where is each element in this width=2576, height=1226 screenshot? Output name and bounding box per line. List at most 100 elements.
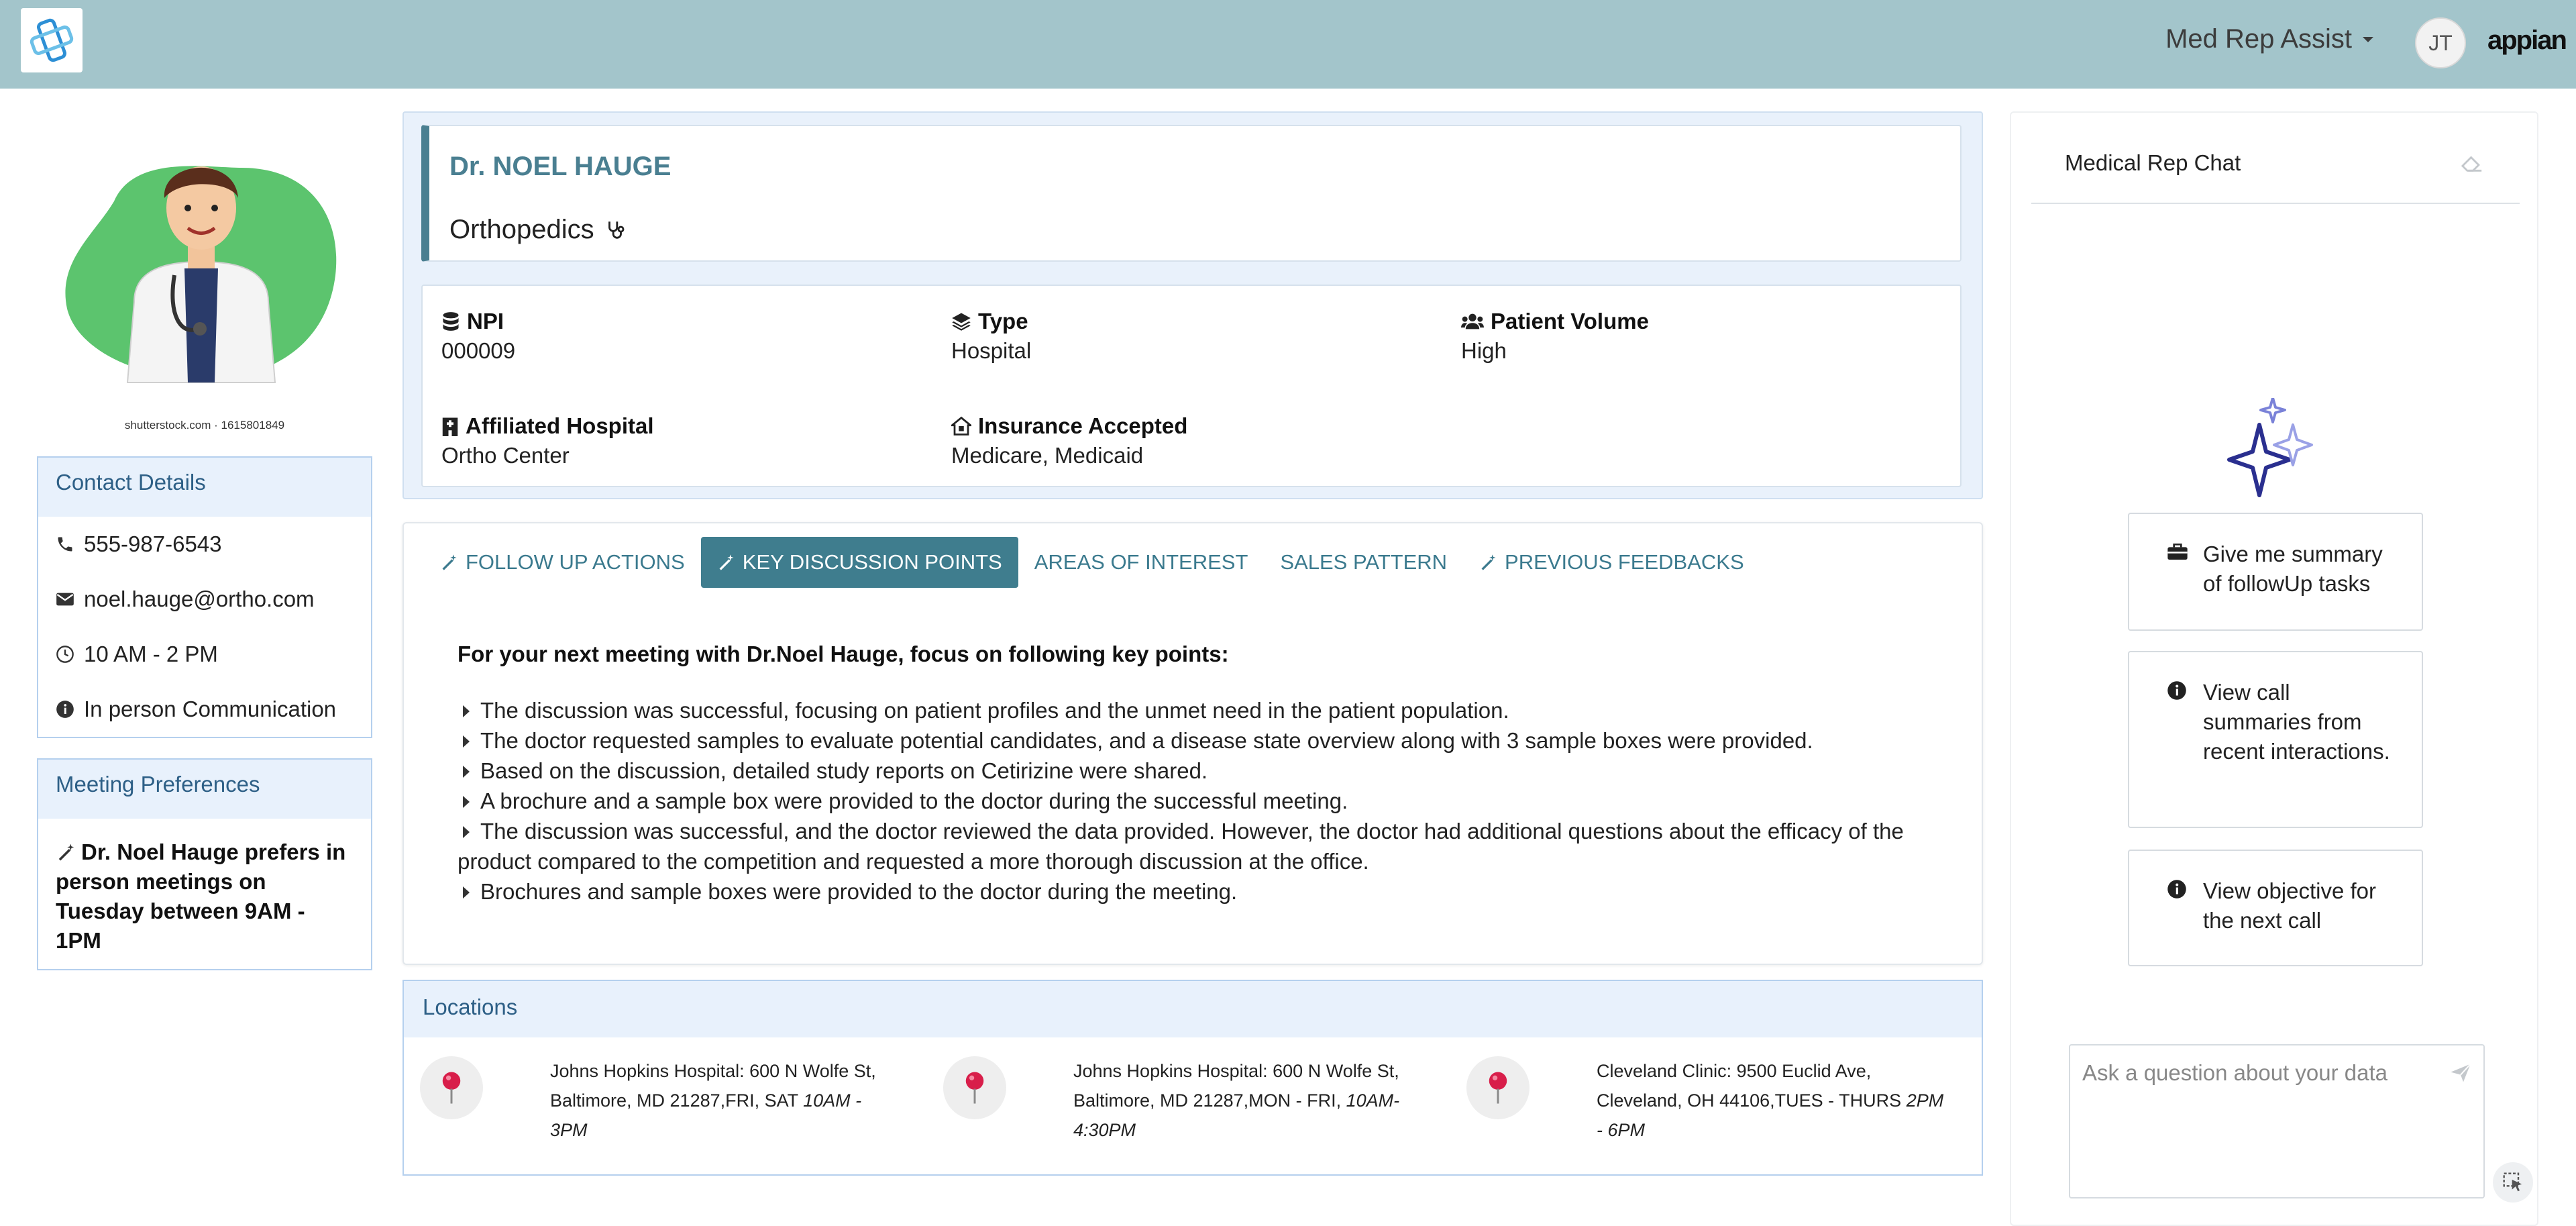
locations-title: Locations bbox=[404, 981, 1982, 1037]
specialty: Orthopedics bbox=[449, 215, 627, 245]
stethoscope-icon bbox=[608, 221, 625, 239]
meeting-preference-text: Dr. Noel Hauge prefers in person meeting… bbox=[56, 839, 346, 953]
tab-key-discussion-points[interactable]: KEY DISCUSSION POINTS bbox=[700, 537, 1018, 588]
meeting-preferences-body: Dr. Noel Hauge prefers in person meeting… bbox=[38, 819, 371, 974]
chat-title: Medical Rep Chat bbox=[2065, 150, 2241, 175]
magic-wand-icon bbox=[719, 554, 734, 570]
hospital-icon bbox=[442, 417, 458, 436]
type-field: Type Hospital bbox=[951, 309, 1421, 364]
magic-wand-icon bbox=[58, 844, 74, 861]
insurance-field: Insurance Accepted Medicare, Medicaid bbox=[951, 413, 1421, 468]
location-text: Johns Hopkins Hospital: 600 N Wolfe St, … bbox=[1073, 1061, 1400, 1140]
affiliated-hospital-value: Ortho Center bbox=[441, 443, 570, 468]
patient-volume-field: Patient Volume High bbox=[1461, 309, 1931, 364]
npi-label: NPI bbox=[467, 309, 504, 334]
location-item[interactable]: Johns Hopkins Hospital: 600 N Wolfe St, … bbox=[943, 1056, 1422, 1145]
list-item: The discussion was successful, focusing … bbox=[458, 695, 1967, 725]
info-icon bbox=[2167, 880, 2186, 899]
affiliated-hospital-field: Affiliated Hospital Ortho Center bbox=[441, 413, 911, 468]
patient-volume-value: High bbox=[1461, 338, 1507, 363]
contact-email-row: noel.hauge@ortho.com bbox=[38, 572, 371, 627]
envelope-icon bbox=[56, 593, 74, 606]
specialty-label: Orthopedics bbox=[449, 215, 594, 244]
insurance-label: Insurance Accepted bbox=[978, 413, 1188, 438]
caret-right-icon bbox=[463, 886, 470, 899]
user-avatar[interactable]: JT bbox=[2415, 17, 2466, 68]
caret-right-icon bbox=[463, 766, 470, 778]
key-points-list: The discussion was successful, focusing … bbox=[458, 695, 1967, 907]
tabs-panel: FOLLOW UP ACTIONS KEY DISCUSSION POINTS … bbox=[402, 522, 1983, 965]
contact-hours-row: 10 AM - 2 PM bbox=[38, 627, 371, 682]
contact-hours: 10 AM - 2 PM bbox=[84, 642, 218, 666]
suggestion-next-call-objective[interactable]: View objective for the next call bbox=[2128, 850, 2423, 966]
layers-icon bbox=[952, 313, 971, 331]
type-label: Type bbox=[978, 309, 1028, 334]
meeting-preferences-card: Meeting Preferences Dr. Noel Hauge prefe… bbox=[37, 758, 372, 970]
medical-rep-chat-panel: Medical Rep Chat Give me summary of foll… bbox=[2010, 111, 2538, 1226]
caret-right-icon bbox=[463, 826, 470, 839]
appian-logo: appian bbox=[2487, 25, 2567, 55]
list-item: Based on the discussion, detailed study … bbox=[458, 756, 1967, 786]
divider bbox=[2031, 203, 2520, 204]
tab-label: SALES PATTERN bbox=[1280, 550, 1448, 574]
suggestion-followup-summary[interactable]: Give me summary of followUp tasks bbox=[2128, 513, 2423, 631]
users-icon bbox=[1461, 313, 1484, 329]
patient-volume-label: Patient Volume bbox=[1491, 309, 1649, 334]
phone-number[interactable]: 555-987-6543 bbox=[84, 531, 222, 557]
location-text: Johns Hopkins Hospital: 600 N Wolfe St, … bbox=[550, 1061, 876, 1140]
magic-wand-icon bbox=[1481, 554, 1496, 570]
doctor-illustration bbox=[54, 127, 349, 396]
app-logo-icon[interactable] bbox=[21, 8, 83, 72]
contact-phone-row: 555-987-6543 bbox=[38, 517, 371, 572]
list-item: A brochure and a sample box were provide… bbox=[458, 786, 1967, 816]
email-address[interactable]: noel.hauge@ortho.com bbox=[84, 586, 315, 612]
map-pin-icon bbox=[943, 1056, 1006, 1119]
phone-icon bbox=[58, 537, 72, 552]
npi-value: 000009 bbox=[441, 338, 516, 363]
top-bar: Med Rep Assist JT appian bbox=[0, 0, 2576, 89]
app-name: Med Rep Assist bbox=[2165, 24, 2352, 54]
caret-right-icon bbox=[463, 735, 470, 748]
doctor-info-card: NPI 000009 Type Hospital Patient Volume … bbox=[421, 285, 1962, 487]
clock-icon bbox=[56, 646, 74, 663]
tab-label: AREAS OF INTEREST bbox=[1034, 550, 1248, 574]
contact-mode-row: In person Communication bbox=[38, 682, 371, 737]
info-icon bbox=[56, 701, 74, 718]
location-text: Cleveland Clinic: 9500 Euclid Ave, Cleve… bbox=[1597, 1061, 1944, 1140]
location-item[interactable]: Johns Hopkins Hospital: 600 N Wolfe St, … bbox=[420, 1056, 899, 1145]
tab-follow-up-actions[interactable]: FOLLOW UP ACTIONS bbox=[424, 537, 701, 588]
chat-question-box bbox=[2069, 1044, 2485, 1198]
list-item: Brochures and sample boxes were provided… bbox=[458, 876, 1967, 907]
briefcase-icon bbox=[2167, 544, 2188, 560]
doctor-name: Dr. NOEL HAUGE bbox=[449, 152, 672, 181]
communication-mode: In person Communication bbox=[84, 697, 337, 721]
locations-card: Locations Johns Hopkins Hospital: 600 N … bbox=[402, 980, 1983, 1176]
home-shield-icon bbox=[951, 416, 971, 436]
suggestion-call-summaries[interactable]: View call summaries from recent interact… bbox=[2128, 651, 2423, 828]
database-icon bbox=[443, 312, 459, 331]
chevron-down-icon bbox=[2363, 36, 2373, 42]
chat-question-input[interactable] bbox=[2082, 1060, 2445, 1086]
list-item: The doctor requested samples to evaluate… bbox=[458, 725, 1967, 756]
list-item: The discussion was successful, and the d… bbox=[458, 819, 1904, 874]
caret-right-icon bbox=[463, 796, 470, 809]
tab-previous-feedbacks[interactable]: PREVIOUS FEEDBACKS bbox=[1463, 537, 1760, 588]
app-switcher-menu[interactable]: Med Rep Assist bbox=[2165, 24, 2375, 54]
tab-label: KEY DISCUSSION POINTS bbox=[742, 550, 1002, 574]
cursor-select-icon[interactable] bbox=[2493, 1162, 2533, 1203]
info-icon bbox=[2167, 681, 2186, 700]
contact-details-card: Contact Details 555-987-6543 noel.hauge@… bbox=[37, 456, 372, 738]
map-pin-icon bbox=[1466, 1056, 1529, 1119]
type-value: Hospital bbox=[951, 338, 1032, 363]
tab-label: PREVIOUS FEEDBACKS bbox=[1505, 550, 1744, 574]
npi-field: NPI 000009 bbox=[441, 309, 911, 364]
location-item[interactable]: Cleveland Clinic: 9500 Euclid Ave, Cleve… bbox=[1466, 1056, 1945, 1145]
image-credit: shutterstock.com · 1615801849 bbox=[124, 419, 285, 431]
send-icon[interactable] bbox=[2450, 1063, 2471, 1083]
doctor-name-card: Dr. NOEL HAUGE Orthopedics bbox=[421, 125, 1962, 262]
eraser-icon[interactable] bbox=[2461, 153, 2483, 176]
tab-bar: FOLLOW UP ACTIONS KEY DISCUSSION POINTS … bbox=[424, 537, 1760, 588]
tab-areas-of-interest[interactable]: AREAS OF INTEREST bbox=[1018, 537, 1265, 588]
tab-sales-pattern[interactable]: SALES PATTERN bbox=[1264, 537, 1463, 588]
magic-wand-icon bbox=[442, 554, 457, 570]
